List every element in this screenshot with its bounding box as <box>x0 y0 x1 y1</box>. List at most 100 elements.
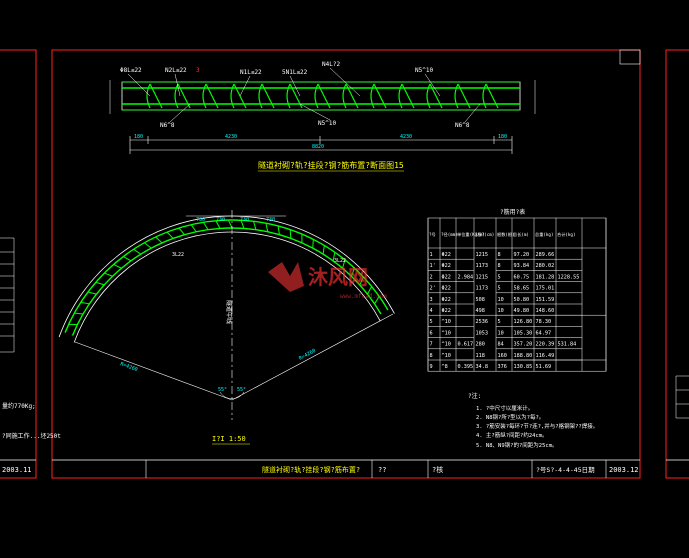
arc-tie <box>178 227 185 235</box>
rebar-table-grid <box>427 217 607 372</box>
arc-tie <box>95 281 105 286</box>
table-cell: 1173 <box>476 263 489 269</box>
arc-tie <box>155 236 163 244</box>
top-dim-1: 180 <box>134 134 143 140</box>
table-cell: Φ22 <box>442 274 451 280</box>
table-cell: 280 <box>476 342 485 348</box>
cad-drawing-canvas: Φ8L≤22 N2L≤22 3 N1L≤22 5N1L≤22 N4L?2 N5^… <box>0 49 689 479</box>
left-date: 2003.11 <box>2 466 32 474</box>
arc-tie <box>113 264 122 269</box>
arc-tie <box>289 229 292 239</box>
arc-tie <box>190 224 197 233</box>
leader-line <box>127 73 151 97</box>
longitudinal-section <box>109 67 536 154</box>
table-cell: 78.30 <box>536 319 552 325</box>
table-cell: 357.20 <box>514 342 533 348</box>
table-cell: 0.617 <box>458 342 474 348</box>
watermark: 沐风网 www.mfcad.com <box>268 262 387 300</box>
leader-line <box>299 103 331 121</box>
table-cell: 1053 <box>476 330 489 336</box>
arc-tie <box>133 248 142 255</box>
table-cell: 10 <box>498 297 504 303</box>
arc-tie <box>312 239 314 249</box>
table-cell: 160 <box>498 353 507 359</box>
table-cell: 498 <box>476 308 485 314</box>
top-dim-total: 8820 <box>312 144 324 150</box>
leader-line <box>464 103 481 123</box>
table-cell: 9 <box>430 364 433 370</box>
table-cell: 1228.55 <box>558 274 580 280</box>
title-col-b: ?核 <box>432 465 443 474</box>
arc-tie <box>265 223 269 232</box>
table-cell: 5 <box>498 274 501 280</box>
table-header-cell: 根数(根) <box>497 231 515 238</box>
top-callout-1: Φ8L≤22 <box>120 67 142 74</box>
top-callout-7: N5^10 <box>415 67 433 74</box>
table-cell: Φ22 <box>442 308 451 314</box>
table-cell: 280.02 <box>536 263 555 269</box>
table-cell: 6 <box>430 330 433 336</box>
table-cell: 1' <box>430 263 436 269</box>
arc-right-angle: 55° <box>237 387 246 393</box>
top-dim-2: 4230 <box>225 134 237 140</box>
top-bottom-label-1: N6^8 <box>160 122 175 129</box>
table-header-cell: 总重(kg) <box>535 231 553 237</box>
arc-tie <box>166 231 174 239</box>
table-header-cell: ?径(mm) <box>441 231 458 237</box>
section-scale-label: I?I 1:50 <box>212 435 246 443</box>
top-dim-3: 4230 <box>400 134 412 140</box>
table-cell: 126.80 <box>514 319 533 325</box>
table-cell: 289.66 <box>536 252 555 258</box>
table-cell: ^10 <box>442 342 451 348</box>
table-cell: Φ22 <box>442 252 451 258</box>
table-cell: 8 <box>498 263 501 269</box>
note-5: 5. N8、N9钢?的?间距为25cm。 <box>476 441 558 449</box>
table-cell: 508 <box>476 297 485 303</box>
arc-tie <box>144 242 152 249</box>
section-title: 隧道衬砌?轨?挂段?钢?筋布置?断面图15 <box>258 160 404 170</box>
table-cell: 2' <box>430 286 436 292</box>
drawing-number: ?号S?-4-4-45日期 <box>536 466 595 474</box>
arc-tie <box>87 291 97 295</box>
watermark-url: www.mfcad.com <box>340 293 387 300</box>
table-cell: 58.65 <box>514 286 530 292</box>
note-2: 2. N8钢?所?型以为?每?。 <box>476 413 544 421</box>
table-header-cell: 合计(kg) <box>557 231 575 238</box>
table-cell: 8 <box>498 252 501 258</box>
table-cell: 220.39 <box>536 342 555 348</box>
table-cell: 93.84 <box>514 263 530 269</box>
table-header-cell: 总长(m) <box>513 231 529 238</box>
table-cell: 84 <box>498 342 504 348</box>
right-panel-table <box>675 375 689 419</box>
arc-tie <box>123 256 132 262</box>
arc-left-label: 3L22 <box>172 252 184 258</box>
table-cell: 64.97 <box>536 330 552 336</box>
watermark-text: 沐风网 <box>308 265 368 289</box>
table-cell: 531.84 <box>558 342 577 348</box>
table-cell: 97.20 <box>514 252 530 258</box>
table-cell: 3 <box>430 297 433 303</box>
table-cell: 5 <box>430 319 433 325</box>
table-cell: 5 <box>498 319 501 325</box>
table-cell: 5 <box>498 286 501 292</box>
table-cell: 51.69 <box>536 364 552 370</box>
table-cell: 151.59 <box>536 297 555 303</box>
table-cell: 10 <box>498 330 504 336</box>
arc-tie <box>202 222 209 230</box>
left-work-note: ?同施工作...坯250t <box>2 432 61 440</box>
notes: ?注: 1. ?中尺寸以厘米计。 2. N8钢?所?型以为?每?。 3. ?筋安… <box>468 392 598 449</box>
table-cell: ^10 <box>442 330 451 336</box>
table-cell: 148.60 <box>536 308 555 314</box>
arc-tie <box>322 245 325 255</box>
arc-tie <box>74 312 84 315</box>
drawing-date: 2003.12 <box>609 466 639 474</box>
table-cell: 118 <box>476 353 485 359</box>
right-sheet-frame <box>665 49 689 479</box>
arc-left-angle: 55° <box>218 387 227 393</box>
table-cell: ^8 <box>442 364 448 370</box>
table-cell: 105.30 <box>514 330 533 336</box>
table-cell: 7 <box>430 342 433 348</box>
notes-heading: ?注: <box>468 392 481 400</box>
top-callout-3: 3 <box>196 67 200 74</box>
table-cell: 49.80 <box>514 308 530 314</box>
